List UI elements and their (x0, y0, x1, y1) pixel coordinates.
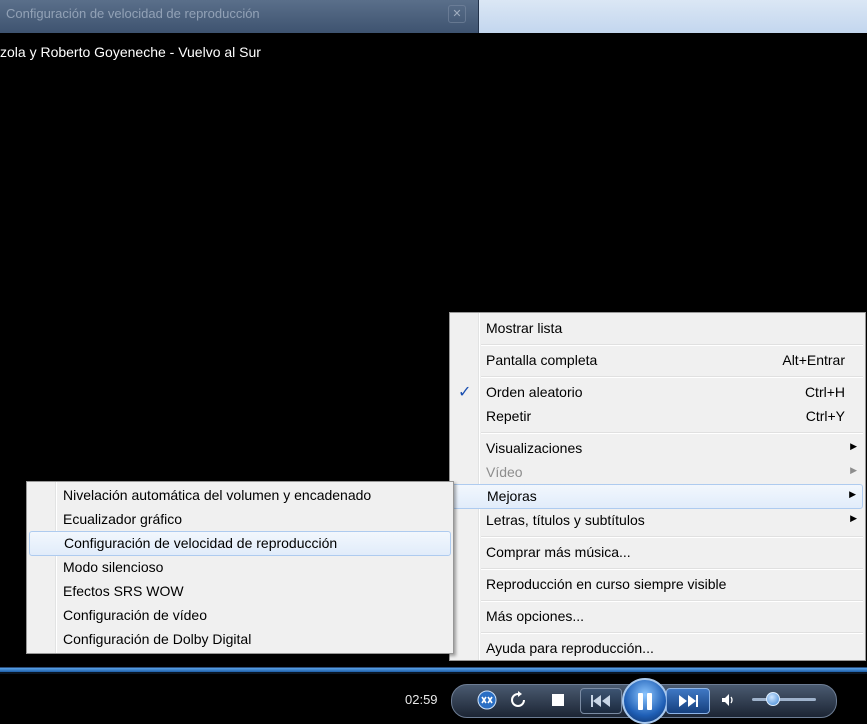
menu-separator (481, 376, 863, 378)
next-icon[interactable] (666, 688, 710, 714)
context-menu: Mostrar lista Pantalla completa Alt+Entr… (449, 312, 866, 661)
background-dialog-title: Configuración de velocidad de reproducci… (6, 6, 260, 21)
submenu-item-nivelacion-volumen[interactable]: Nivelación automática del volumen y enca… (29, 484, 451, 507)
menu-item-label: Mostrar lista (486, 320, 563, 336)
menu-item-shortcut: Alt+Entrar (782, 352, 845, 368)
menu-item-pantalla-completa[interactable]: Pantalla completa Alt+Entrar (452, 349, 863, 372)
menu-item-label: Repetir (486, 408, 532, 424)
submenu-arrow-icon: ▶ (850, 513, 857, 523)
volume-icon[interactable] (718, 690, 738, 710)
previous-icon[interactable] (580, 688, 622, 714)
background-dialog: Configuración de velocidad de reproducci… (0, 0, 479, 33)
menu-item-label: Ayuda para reproducción... (486, 640, 654, 656)
menu-item-ayuda[interactable]: Ayuda para reproducción... (452, 637, 863, 660)
menu-item-orden-aleatorio[interactable]: ✓ Orden aleatorio Ctrl+H (452, 381, 863, 404)
submenu-arrow-icon: ▶ (849, 489, 856, 499)
background-dialog-close-button[interactable]: ✕ (448, 5, 466, 23)
menu-item-label: Vídeo (486, 464, 523, 480)
volume-slider-thumb[interactable] (766, 692, 780, 706)
menu-item-label: Ecualizador gráfico (63, 511, 183, 527)
menu-separator (481, 632, 863, 634)
menu-separator (481, 568, 863, 570)
submenu-mejoras: Nivelación automática del volumen y enca… (26, 481, 454, 654)
checkmark-icon: ✓ (458, 384, 472, 401)
menu-item-label: Letras, títulos y subtítulos (486, 512, 645, 528)
menu-item-siempre-visible[interactable]: Reproducción en curso siempre visible (452, 573, 863, 596)
repeat-icon[interactable] (507, 689, 529, 711)
submenu-item-configuracion-video[interactable]: Configuración de vídeo (29, 604, 451, 627)
menu-item-label: Orden aleatorio (486, 384, 583, 400)
submenu-item-srs-wow[interactable]: Efectos SRS WOW (29, 580, 451, 603)
menu-separator (481, 432, 863, 434)
menu-item-label: Más opciones... (486, 608, 585, 624)
menu-item-comprar-mas-musica[interactable]: Comprar más música... (452, 541, 863, 564)
menu-item-label: Visualizaciones (486, 440, 583, 456)
volume-slider[interactable] (752, 698, 816, 701)
pause-button[interactable] (622, 678, 668, 724)
menu-item-label: Reproducción en curso siempre visible (486, 576, 727, 592)
stop-icon[interactable] (548, 690, 568, 710)
menu-separator (481, 600, 863, 602)
submenu-arrow-icon: ▶ (850, 441, 857, 451)
menu-item-visualizaciones[interactable]: Visualizaciones ▶ (452, 437, 863, 460)
menu-item-shortcut: Ctrl+H (804, 384, 845, 400)
submenu-arrow-icon: ▶ (850, 465, 857, 475)
menu-item-label: Configuración de velocidad de reproducci… (64, 535, 338, 551)
menu-item-label: Efectos SRS WOW (63, 583, 184, 599)
submenu-item-modo-silencioso[interactable]: Modo silencioso (29, 556, 451, 579)
seek-progress (0, 668, 867, 672)
menu-item-shortcut: Ctrl+Y (805, 408, 845, 424)
menu-item-mostrar-lista[interactable]: Mostrar lista (452, 317, 863, 340)
menu-separator (481, 536, 863, 538)
menu-item-repetir[interactable]: Repetir Ctrl+Y (452, 405, 863, 428)
pause-icon (638, 692, 643, 710)
submenu-item-velocidad-reproduccion[interactable]: Configuración de velocidad de reproducci… (29, 531, 451, 556)
menu-item-letras-titulos-subtitulos[interactable]: Letras, títulos y subtítulos ▶ (452, 509, 863, 532)
menu-item-mejoras[interactable]: Mejoras ▶ (452, 484, 863, 509)
shuffle-icon[interactable] (475, 688, 499, 712)
submenu-item-dolby-digital[interactable]: Configuración de Dolby Digital (29, 628, 451, 651)
elapsed-time: 02:59 (405, 692, 438, 707)
menu-item-mas-opciones[interactable]: Más opciones... (452, 605, 863, 628)
menu-item-label: Pantalla completa (486, 352, 598, 368)
menu-item-video: Vídeo ▶ (452, 461, 863, 484)
menu-item-label: Comprar más música... (486, 544, 631, 560)
now-playing-title: zola y Roberto Goyeneche - Vuelvo al Sur (0, 44, 261, 60)
menu-item-label: Configuración de Dolby Digital (63, 631, 252, 647)
submenu-item-ecualizador[interactable]: Ecualizador gráfico (29, 508, 451, 531)
menu-item-label: Configuración de vídeo (63, 607, 207, 623)
menu-item-label: Modo silencioso (63, 559, 164, 575)
menu-item-label: Mejoras (487, 488, 537, 504)
menu-item-label: Nivelación automática del volumen y enca… (63, 487, 372, 503)
menu-separator (481, 344, 863, 346)
seek-bar[interactable] (0, 667, 867, 674)
